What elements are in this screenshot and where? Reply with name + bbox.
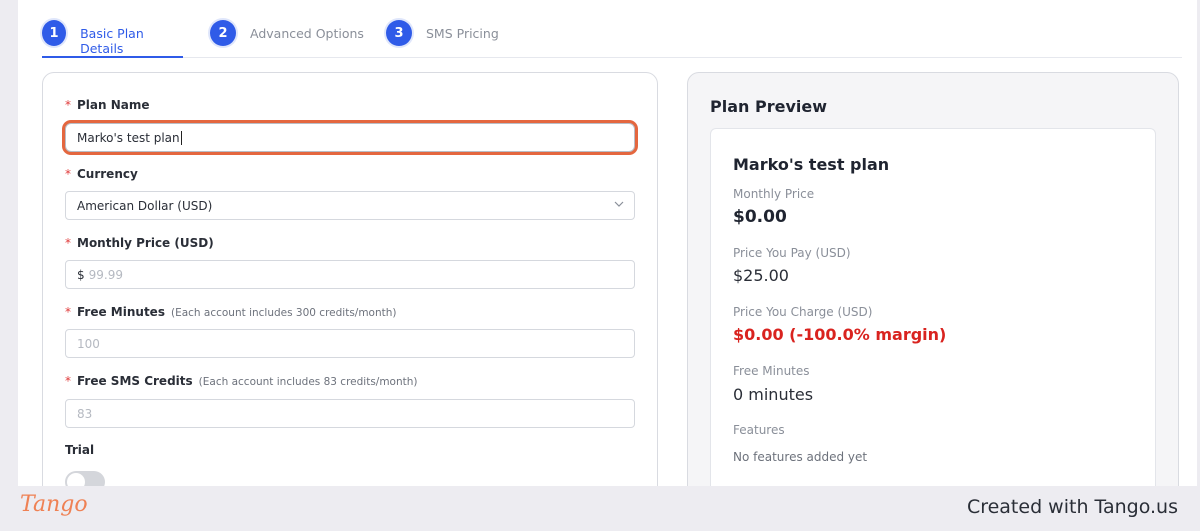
preview-content: Marko's test plan Monthly Price $0.00 Pr… (710, 128, 1156, 486)
label-text: Free SMS Credits (77, 374, 193, 388)
created-with-text: Created with Tango.us (966, 496, 1178, 518)
price-you-pay-caption: Price You Pay (USD) (733, 246, 851, 260)
step-advanced-options[interactable]: 2 Advanced Options (210, 20, 364, 58)
step-number: 3 (386, 20, 412, 46)
input-placeholder: 83 (77, 406, 93, 421)
field-hint: (Each account includes 83 credits/month) (198, 376, 418, 388)
text-caret (180, 130, 182, 145)
toggle-knob (67, 473, 85, 486)
free-sms-label: * Free SMS Credits (Each account includes … (65, 374, 418, 388)
plan-name-input[interactable]: Marko's test plan (65, 123, 635, 152)
step-label: Basic Plan Details (80, 26, 144, 56)
trial-toggle[interactable] (65, 471, 105, 486)
preview-title: Plan Preview (710, 97, 827, 116)
step-number: 2 (210, 20, 236, 46)
free-minutes-value: 0 minutes (733, 385, 814, 404)
tango-footer: Tango Created with Tango.us (0, 486, 1200, 531)
currency-select[interactable]: American Dollar (USD) (65, 191, 635, 220)
monthly-price-label: * Monthly Price (USD) (65, 236, 214, 250)
features-value: No features added yet (733, 450, 868, 464)
input-placeholder: 100 (77, 336, 100, 351)
input-value: Marko's test plan (77, 130, 180, 145)
app-window: 1 Basic Plan Details 2 Advanced Options … (0, 0, 1200, 486)
plan-name-label: * Plan Name (65, 98, 150, 112)
label-text: Currency (77, 167, 138, 181)
field-hint: (Each account includes 300 credits/month… (170, 307, 397, 319)
free-minutes-input[interactable]: 100 (65, 329, 635, 358)
features-caption: Features (733, 423, 785, 437)
monthly-price-caption: Monthly Price (733, 187, 815, 201)
preview-plan-name: Marko's test plan (733, 155, 890, 174)
label-text: Free Minutes (77, 305, 165, 319)
free-minutes-label: * Free Minutes (Each account includes 300 … (65, 305, 397, 319)
step-sms-pricing[interactable]: 3 SMS Pricing (386, 20, 499, 58)
required-mark: * (65, 236, 71, 250)
stepper: 1 Basic Plan Details 2 Advanced Options … (42, 18, 1182, 58)
plan-form-card: * Plan Name Marko's test plan * Currency A… (42, 72, 658, 486)
step-label: SMS Pricing (426, 26, 499, 41)
currency-label: * Currency (65, 167, 138, 181)
price-you-charge-value: $0.00 (-100.0% margin) (733, 325, 947, 344)
free-sms-input[interactable]: 83 (65, 399, 635, 428)
step-basic-plan-details[interactable]: 1 Basic Plan Details (42, 20, 183, 58)
select-value: American Dollar (USD) (77, 198, 213, 213)
price-you-charge-caption: Price You Charge (USD) (733, 305, 873, 319)
step-label: Advanced Options (250, 26, 364, 41)
tango-logo: Tango (20, 492, 88, 517)
step-number: 1 (42, 20, 67, 46)
required-mark: * (65, 98, 71, 112)
chevron-down-icon (614, 201, 624, 207)
required-mark: * (65, 305, 71, 319)
required-mark: * (65, 374, 71, 388)
required-mark: * (65, 167, 71, 181)
free-minutes-caption: Free Minutes (733, 364, 810, 378)
trial-label: Trial (65, 443, 95, 457)
label-text: Monthly Price (USD) (77, 236, 214, 250)
label-text: Plan Name (77, 98, 150, 112)
monthly-price-value: $0.00 (733, 207, 787, 227)
input-placeholder: 99.99 (88, 267, 123, 282)
plan-preview-card: Plan Preview Marko's test plan Monthly P… (687, 72, 1179, 486)
price-you-pay-value: $25.00 (733, 266, 789, 285)
currency-prefix: $ (77, 267, 85, 282)
monthly-price-input[interactable]: $ 99.99 (65, 260, 635, 289)
